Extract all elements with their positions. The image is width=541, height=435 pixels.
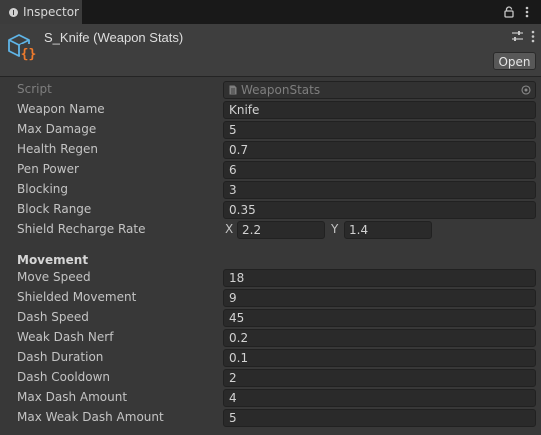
script-file-icon	[229, 85, 237, 95]
shield-recharge-row: Shield Recharge Rate X 2.2 Y 1.4	[0, 220, 541, 240]
field-label: Max Weak Dash Amount	[17, 410, 164, 424]
number-field[interactable]: 0.7	[223, 141, 536, 159]
field-label: Weapon Name	[17, 102, 105, 116]
inspector-header: {} S_Knife (Weapon Stats) Open	[0, 24, 541, 77]
tab-inspector-label: Inspector	[23, 5, 79, 19]
text-field[interactable]: Knife	[223, 101, 536, 119]
field-label: Dash Speed	[17, 310, 89, 324]
field-row: Move Speed 18	[0, 268, 541, 288]
vector-y-label[interactable]: Y	[331, 222, 338, 236]
number-field[interactable]: 18	[223, 269, 536, 287]
number-field[interactable]: 2	[223, 369, 536, 387]
field-row: Dash Duration 0.1	[0, 348, 541, 368]
asset-title: S_Knife (Weapon Stats)	[44, 30, 184, 45]
vector-y-field[interactable]: 1.4	[344, 221, 432, 239]
field-label: Shielded Movement	[17, 290, 137, 304]
number-field[interactable]: 6	[223, 161, 536, 179]
lock-icon[interactable]	[504, 6, 514, 18]
field-label: Blocking	[17, 182, 69, 196]
script-value: WeaponStats	[241, 83, 321, 97]
field-label: Max Dash Amount	[17, 390, 128, 404]
number-field[interactable]: 9	[223, 289, 536, 307]
number-field[interactable]: 0.1	[223, 349, 536, 367]
scriptable-object-icon: {}	[8, 34, 37, 62]
field-label: Dash Duration	[17, 350, 104, 364]
field-row: Pen Power 6	[0, 160, 541, 180]
svg-text:{}: {}	[21, 47, 37, 62]
number-field[interactable]: 45	[223, 309, 536, 327]
field-label: Pen Power	[17, 162, 79, 176]
info-icon	[9, 7, 18, 17]
field-row: Blocking 3	[0, 180, 541, 200]
number-field[interactable]: 4	[223, 389, 536, 407]
field-row: Weak Dash Nerf 0.2	[0, 328, 541, 348]
number-field[interactable]: 3	[223, 181, 536, 199]
field-row: Max Dash Amount 4	[0, 388, 541, 408]
number-field[interactable]: 5	[223, 121, 536, 139]
field-row: Max Weak Dash Amount 5	[0, 408, 541, 428]
tab-inspector[interactable]: Inspector	[0, 0, 82, 24]
field-label: Max Damage	[17, 122, 97, 136]
object-picker-icon[interactable]	[521, 85, 531, 95]
field-label: Weak Dash Nerf	[17, 330, 114, 344]
number-field[interactable]: 5	[223, 409, 536, 427]
field-row: Block Range 0.35	[0, 200, 541, 220]
kebab-menu-icon[interactable]	[524, 6, 530, 18]
number-field[interactable]: 0.35	[223, 201, 536, 219]
field-label: Block Range	[17, 202, 92, 216]
field-row: Health Regen 0.7	[0, 140, 541, 160]
script-label: Script	[17, 82, 52, 96]
number-field[interactable]: 0.2	[223, 329, 536, 347]
field-row: Dash Speed 45	[0, 308, 541, 328]
tab-bar: Inspector	[0, 0, 541, 24]
field-row: Dash Cooldown 2	[0, 368, 541, 388]
field-label: Move Speed	[17, 270, 91, 284]
script-row: Script WeaponStats	[0, 80, 541, 100]
field-row: Max Damage 5	[0, 120, 541, 140]
vector-x-label[interactable]: X	[225, 222, 233, 236]
script-field[interactable]: WeaponStats	[223, 81, 536, 99]
field-label: Dash Cooldown	[17, 370, 111, 384]
field-row: Weapon Name Knife	[0, 100, 541, 120]
section-header-movement: Movement	[17, 253, 89, 267]
kebab-menu-icon[interactable]	[530, 30, 536, 43]
vector-x-field[interactable]: 2.2	[237, 221, 325, 239]
field-label: Health Regen	[17, 142, 99, 156]
settings-sliders-icon[interactable]	[511, 30, 524, 43]
field-label: Shield Recharge Rate	[17, 222, 146, 236]
open-button[interactable]: Open	[493, 52, 536, 70]
field-row: Shielded Movement 9	[0, 288, 541, 308]
